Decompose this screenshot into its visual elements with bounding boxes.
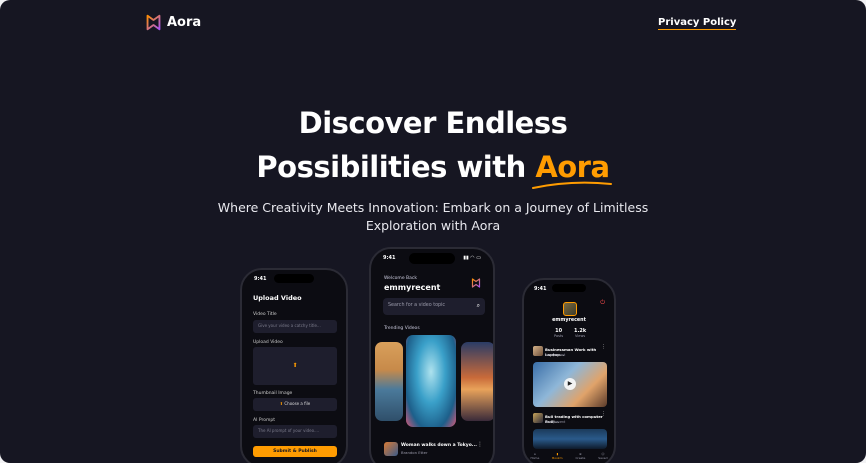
video-title: Woman walks down a Tokyo...	[401, 443, 477, 448]
search-placeholder: Search for a video topic	[388, 303, 446, 308]
hero-subtitle: Where Creativity Meets Innovation: Embar…	[0, 199, 866, 235]
views-label: Views	[575, 334, 586, 338]
submit-publish-button[interactable]: Submit & Publish	[253, 446, 337, 457]
profile-username: emmyrecent	[552, 318, 586, 323]
nav-bookmark[interactable]: ▮ Bookm	[552, 452, 562, 460]
upload-title: Upload Video	[253, 294, 302, 302]
status-time: 9:41	[254, 276, 267, 282]
hero-title-line2: Possibilities with Aora	[0, 150, 866, 189]
upload-icon: ⬆	[292, 362, 298, 369]
views-stat: 1.2k Views	[574, 328, 586, 338]
video-title-input[interactable]: Give your video a catchy title...	[253, 320, 337, 333]
hero-title-line1: Discover Endless	[298, 106, 568, 140]
status-icons: ▮▮ ◠ ▭	[463, 255, 481, 261]
phone-profile-mockup: 9:41 ⏻ emmyrecent 10 Posts 1.2k Views Busi…	[522, 278, 616, 463]
video-thumbnail[interactable]	[384, 442, 398, 456]
trending-label: Trending Videos	[384, 326, 420, 331]
more-icon[interactable]: ⋮	[601, 411, 606, 417]
video-preview-bull[interactable]	[533, 429, 607, 449]
dynamic-island	[274, 274, 314, 283]
posts-label: Posts	[554, 334, 564, 338]
nav-label: Bookm	[552, 456, 563, 460]
video-thumbnail[interactable]	[533, 413, 543, 423]
phone-home-mockup: 9:41 ▮▮ ◠ ▭ Welcome Back emmyrecent Sear…	[369, 247, 495, 463]
more-icon[interactable]: ⋮	[601, 344, 606, 350]
upload-video-dropzone[interactable]: ⬆	[253, 347, 337, 385]
video-title-label: Video Title	[253, 312, 277, 317]
video-thumbnail[interactable]	[533, 346, 543, 356]
row1-author: emmyrecent	[545, 353, 566, 357]
posts-stat: 10 Posts	[554, 328, 563, 338]
hero-title-prefix: Possibilities with	[256, 150, 536, 184]
choose-file-label: Choose a file	[284, 401, 311, 406]
ai-prompt-input[interactable]: The AI prompt of your video....	[253, 425, 337, 438]
hero-accent-text: Aora	[535, 150, 610, 184]
nav-saved[interactable]: ☺ Saved	[598, 452, 607, 460]
aora-logo-icon	[146, 14, 161, 31]
avatar	[563, 302, 577, 316]
logout-icon[interactable]: ⏻	[600, 299, 605, 307]
nav-create[interactable]: ⊕ Create	[575, 452, 585, 460]
play-icon[interactable]: ▶	[564, 378, 576, 390]
nav-label: Create	[575, 456, 586, 460]
bottom-nav: ⌂ Home ▮ Bookm ⊕ Create ☺ Saved	[524, 452, 614, 460]
ai-prompt-label: AI Prompt	[253, 418, 275, 423]
search-input[interactable]: Search for a video topic ⌕	[383, 298, 485, 315]
brand-logo[interactable]: Aora	[145, 14, 201, 31]
subtitle-line1: Where Creativity Meets Innovation: Embar…	[217, 200, 649, 215]
page-frame: Aora Privacy Policy Discover Endless Pos…	[0, 0, 866, 463]
dynamic-island	[409, 253, 455, 264]
hero-title-accent: Aora	[532, 150, 613, 189]
phone-upload-mockup: 9:41 Upload Video Video Title Give your …	[240, 268, 348, 463]
status-time: 9:41	[383, 255, 396, 261]
nav-label: Saved	[598, 456, 608, 460]
row2-author: emmyrecent	[545, 420, 566, 424]
trending-card-astronaut[interactable]	[461, 342, 493, 421]
status-time: 9:41	[534, 286, 547, 292]
video-player-preview[interactable]: ▶	[533, 362, 607, 407]
trending-card-dolphin[interactable]	[406, 335, 456, 427]
thumbnail-label: Thumbnail Image	[253, 391, 293, 396]
dynamic-island	[552, 284, 586, 292]
subtitle-line2: Exploration with Aora	[365, 218, 501, 233]
search-icon[interactable]: ⌕	[477, 302, 480, 310]
nav-home[interactable]: ⌂ Home	[530, 452, 539, 460]
choose-file-button[interactable]: ⬆ Choose a file	[253, 398, 337, 411]
upload-video-label: Upload Video	[253, 340, 283, 345]
welcome-text: Welcome Back	[384, 276, 417, 281]
trending-card-train[interactable]	[375, 342, 403, 421]
nav-label: Home	[530, 456, 540, 460]
video-author: Brandon Etter	[401, 450, 428, 455]
privacy-policy-link[interactable]: Privacy Policy	[658, 17, 737, 30]
aora-logo-icon	[471, 278, 481, 288]
underline-swoosh-icon	[532, 181, 613, 189]
home-username: emmyrecent	[384, 283, 441, 292]
more-icon[interactable]: ⋮	[477, 441, 483, 448]
brand-name: Aora	[167, 15, 202, 30]
